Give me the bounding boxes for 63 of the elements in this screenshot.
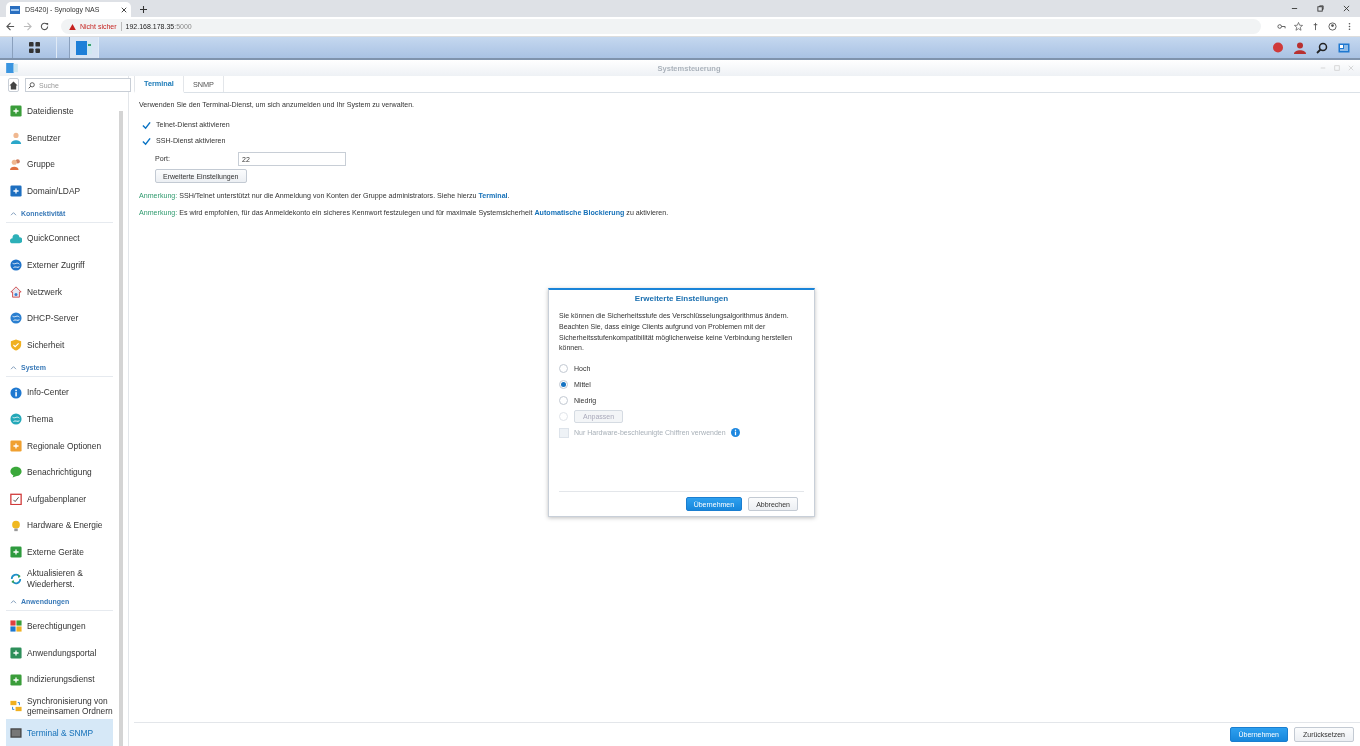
control-panel-icon xyxy=(6,63,18,73)
favicon-icon xyxy=(10,5,20,14)
sidebar-item[interactable]: Regionale Optionen xyxy=(6,432,113,460)
new-tab-icon[interactable] xyxy=(140,6,147,13)
back-icon[interactable] xyxy=(6,22,15,31)
close-icon[interactable] xyxy=(1343,5,1350,12)
sidebar-item[interactable]: Externe Geräte xyxy=(6,538,113,566)
star-icon[interactable] xyxy=(1294,22,1303,31)
sidebar-item[interactable]: Hardware & Energie xyxy=(6,512,113,539)
lightbulb-icon xyxy=(10,519,22,532)
checkbox[interactable] xyxy=(141,120,151,130)
dialog-title: Erweiterte Einstellungen xyxy=(633,293,730,305)
sidebar-item[interactable]: Aufgabenplaner xyxy=(6,485,113,513)
reload-icon[interactable] xyxy=(40,22,49,31)
main-menu-button[interactable] xyxy=(12,37,57,58)
info-icon[interactable] xyxy=(730,428,740,438)
checkbox[interactable] xyxy=(141,136,151,146)
terminal-icon xyxy=(10,726,22,739)
sync-folders-icon xyxy=(10,700,22,713)
sidebar-item[interactable]: Benachrichtigung xyxy=(6,459,113,486)
refresh-icon xyxy=(10,572,22,585)
close-icon[interactable] xyxy=(121,6,127,13)
sidebar-item[interactable]: Terminal & SNMP xyxy=(6,719,113,746)
tiles-icon xyxy=(10,620,22,633)
minimize-icon[interactable] xyxy=(1291,5,1298,12)
calendar-icon xyxy=(10,493,22,505)
key-icon[interactable] xyxy=(1277,22,1286,31)
sidebar-item[interactable]: Anwendungsportal xyxy=(6,639,113,667)
sidebar-item[interactable]: Domain/LDAP xyxy=(6,177,113,205)
chat-icon[interactable] xyxy=(1272,41,1284,54)
sidebar-item[interactable]: QuickConnect xyxy=(6,225,113,252)
sidebar-item[interactable]: Externer Zugriff xyxy=(6,251,113,279)
chat-bubble-icon xyxy=(10,466,22,479)
sidebar-item[interactable]: Netzwerk xyxy=(6,278,113,306)
control-panel-taskbar-button[interactable] xyxy=(69,37,99,58)
sidebar-item[interactable]: Benutzer xyxy=(6,124,113,152)
cloud-icon xyxy=(10,232,22,245)
sidebar-item[interactable]: Info-Center xyxy=(6,379,113,406)
search-icon[interactable] xyxy=(1316,41,1328,54)
sidebar-item[interactable]: Gruppe xyxy=(6,151,113,178)
home-button[interactable] xyxy=(8,78,19,92)
sidebar-item[interactable]: DHCP-Server xyxy=(6,305,113,332)
info-icon xyxy=(10,386,22,399)
user-icon xyxy=(10,131,22,144)
grid-icon xyxy=(29,42,40,53)
sidebar-item[interactable]: Thema xyxy=(6,405,113,433)
sidebar-item[interactable]: Berechtigungen xyxy=(6,613,113,640)
sidebar-item[interactable]: Synchronisierung von gemeinsamen Ordnern xyxy=(6,692,113,720)
home-icon xyxy=(9,80,18,90)
sidebar-item[interactable]: Indizierungsdienst xyxy=(6,666,113,693)
sidebar-item[interactable]: Sicherheit xyxy=(6,331,113,359)
group-icon xyxy=(10,158,22,171)
widgets-icon[interactable] xyxy=(1338,41,1350,54)
house-icon xyxy=(10,285,22,298)
search-icon xyxy=(28,81,35,89)
sidebar-item[interactable]: Dateidienste xyxy=(6,98,113,125)
profile-icon[interactable] xyxy=(1328,22,1337,31)
warning-icon xyxy=(69,23,76,30)
sidebar-item[interactable]: Aktualisieren & Wiederherst. xyxy=(6,565,113,593)
control-panel-icon xyxy=(76,40,92,55)
restore-icon[interactable] xyxy=(1317,5,1324,12)
user-icon[interactable] xyxy=(1294,41,1306,54)
shield-icon xyxy=(10,339,22,352)
